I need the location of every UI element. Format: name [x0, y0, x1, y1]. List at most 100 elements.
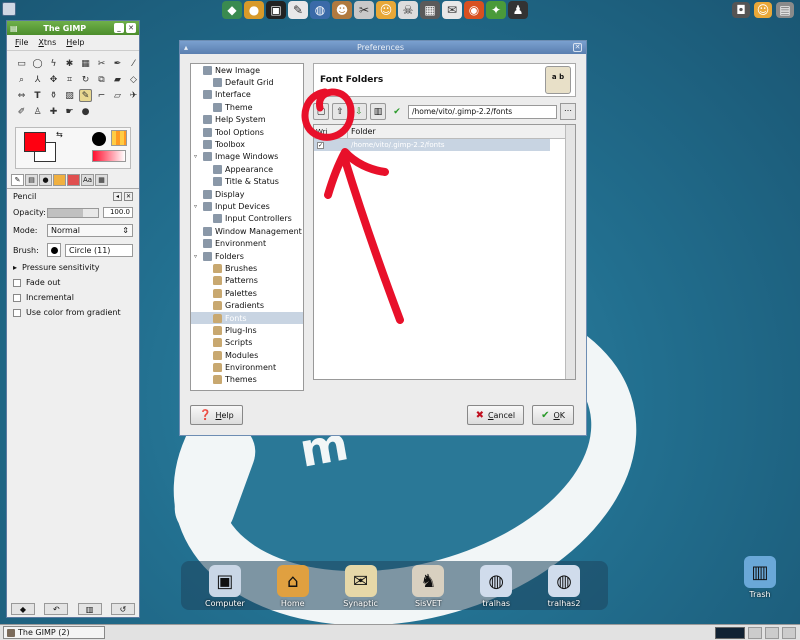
clone-tool-icon[interactable]: ♙	[31, 105, 44, 118]
drive-icon[interactable]: ◍	[548, 565, 581, 597]
scissors-tool-icon[interactable]: ✂	[95, 57, 108, 70]
tool-options-tab-icon[interactable]: ✎	[11, 174, 24, 186]
tools-icon[interactable]: ✂	[354, 1, 374, 19]
expander-icon[interactable]: ▿	[194, 153, 200, 160]
foreground-color-swatch[interactable]	[24, 132, 46, 152]
dock-item-synaptic[interactable]: ✉ Synaptic	[331, 565, 391, 608]
firefox-tray-icon[interactable]	[748, 626, 762, 639]
menu-icon[interactable]	[2, 2, 16, 16]
drive-icon[interactable]: ◍	[480, 565, 513, 597]
crop-tool-icon[interactable]: ⌗	[63, 73, 76, 86]
incremental-checkbox[interactable]: Incremental	[7, 290, 139, 305]
close-icon[interactable]: ✕	[126, 23, 136, 33]
move-tool-icon[interactable]: ✥	[47, 73, 60, 86]
tree-item-help-system[interactable]: Help System	[191, 114, 303, 126]
fuzzy-select-tool-icon[interactable]: ✱	[63, 57, 76, 70]
move-down-button[interactable]: ⇩	[351, 103, 367, 120]
opacity-spin[interactable]: 100.0	[103, 207, 133, 218]
folder-row[interactable]: ✓ /home/vito/.gimp-2.2/fonts	[314, 139, 550, 151]
checkbox[interactable]	[13, 308, 21, 317]
taskbar-item-gimp[interactable]: The GIMP (2)	[3, 626, 105, 639]
tree-item-plug-ins[interactable]: Plug-Ins	[191, 324, 303, 336]
paintbrush-tool-icon[interactable]: ⌐	[95, 89, 108, 102]
tree-item-patterns[interactable]: Patterns	[191, 275, 303, 287]
gradients-tab-icon[interactable]	[67, 174, 80, 186]
tree-item-input-controllers[interactable]: Input Controllers	[191, 213, 303, 225]
heal-tool-icon[interactable]: ✚	[47, 105, 60, 118]
checkbox[interactable]	[13, 278, 21, 287]
move-up-button[interactable]: ⇧	[332, 103, 348, 120]
trash-desktop-item[interactable]: ▥ Trash	[744, 556, 776, 599]
shear-tool-icon[interactable]: ▰	[111, 73, 124, 86]
dock-item-sisvet[interactable]: ♞ SisVET	[398, 565, 458, 608]
media-icon[interactable]: ☠	[398, 1, 418, 19]
eraser-tool-icon[interactable]: ▱	[111, 89, 124, 102]
tree-item-theme[interactable]: Theme	[191, 101, 303, 113]
tree-item-image-windows[interactable]: ▿ Image Windows	[191, 151, 303, 163]
color-picker-tool-icon[interactable]: ⁄	[127, 57, 140, 70]
trash-icon[interactable]: ▥	[744, 556, 776, 588]
expander-icon[interactable]: ▿	[194, 203, 200, 210]
tree-item-display[interactable]: Display	[191, 188, 303, 200]
writable-column-header[interactable]: Wri	[314, 125, 348, 138]
color-select-tool-icon[interactable]: ▦	[79, 57, 92, 70]
flip-tool-icon[interactable]: ⇔	[15, 89, 28, 102]
free-select-tool-icon[interactable]: ϟ	[47, 57, 60, 70]
pattern-preview[interactable]	[111, 130, 127, 146]
measure-tool-icon[interactable]: ⅄	[31, 73, 44, 86]
blend-tool-icon[interactable]: ▨	[63, 89, 76, 102]
tab-close-icon[interactable]: ✕	[124, 192, 133, 201]
dodge-burn-tool-icon[interactable]: ●	[79, 105, 92, 118]
browse-button[interactable]: …	[560, 103, 576, 120]
bucket-fill-tool-icon[interactable]: ⚱	[47, 89, 60, 102]
tree-item-fonts[interactable]: Fonts	[191, 311, 303, 325]
penguin-icon[interactable]: ♟	[508, 1, 528, 19]
zoom-tool-icon[interactable]: ⌕	[15, 73, 28, 86]
tree-item-folders[interactable]: ▿ Folders	[191, 250, 303, 262]
fonts-tab-icon[interactable]: Aa	[81, 174, 94, 186]
home-icon[interactable]: ⌂	[276, 565, 309, 597]
dock-item-tralhas[interactable]: ◍ tralhas	[466, 565, 526, 608]
patterns-tab-icon[interactable]	[53, 174, 66, 186]
tree-item-interface[interactable]: Interface	[191, 89, 303, 101]
rotate-tool-icon[interactable]: ↻	[79, 73, 92, 86]
email-icon[interactable]: ✉	[442, 1, 462, 19]
cancel-button[interactable]: ✖ Cancel	[466, 405, 525, 425]
close-icon[interactable]: ✕	[573, 43, 582, 52]
perspective-tool-icon[interactable]: ◇	[127, 73, 140, 86]
file-manager-icon[interactable]: ◆	[222, 1, 242, 19]
use-gradient-checkbox[interactable]: Use color from gradient	[7, 305, 139, 320]
brushes-tab-icon[interactable]: ●	[39, 174, 52, 186]
expander-icon[interactable]: ▿	[194, 253, 200, 260]
preferences-titlebar[interactable]: ▴ Preferences ✕	[180, 41, 586, 54]
restore-options-icon[interactable]: ↶	[44, 603, 69, 615]
ellipse-select-tool-icon[interactable]: ◯	[31, 57, 44, 70]
devices-tab-icon[interactable]: ▤	[25, 174, 38, 186]
disk-icon[interactable]: ▤	[776, 2, 794, 18]
tree-item-input-devices[interactable]: ▿ Input Devices	[191, 200, 303, 212]
tray-icon[interactable]	[782, 626, 796, 639]
terminal-icon[interactable]: ▣	[266, 1, 286, 19]
toolbox-titlebar[interactable]: ▤ The GIMP _ ✕	[7, 21, 139, 35]
tree-item-gradients[interactable]: Gradients	[191, 299, 303, 311]
computer-icon[interactable]: ▣	[208, 565, 241, 597]
reset-options-icon[interactable]: ↺	[110, 603, 135, 615]
dock-item-tralhas2[interactable]: ◍ tralhas2	[534, 565, 594, 608]
cpu-icon[interactable]: ▦	[420, 1, 440, 19]
tab-menu-icon[interactable]: ◂	[113, 192, 122, 201]
smudge-tool-icon[interactable]: ☛	[63, 105, 76, 118]
tray-icon[interactable]	[765, 626, 779, 639]
tree-item-window-management[interactable]: Window Management	[191, 225, 303, 237]
firefox-icon[interactable]: ◉	[464, 1, 484, 19]
ok-button[interactable]: ✔ OK	[532, 405, 574, 425]
window-menu-icon[interactable]: ▤	[10, 24, 18, 33]
new-folder-button[interactable]: ▢	[313, 103, 329, 120]
dock-item-home[interactable]: ⌂ Home	[263, 565, 323, 608]
status-icon[interactable]: ☺	[754, 2, 772, 18]
folder-column-header[interactable]: Folder	[348, 125, 376, 138]
tree-item-new-image[interactable]: New Image	[191, 64, 303, 76]
synaptic-icon[interactable]: ✉	[344, 565, 377, 597]
brush-button[interactable]	[47, 243, 61, 257]
tree-item-themes[interactable]: Themes	[191, 374, 303, 386]
paths-tool-icon[interactable]: ✒	[111, 57, 124, 70]
